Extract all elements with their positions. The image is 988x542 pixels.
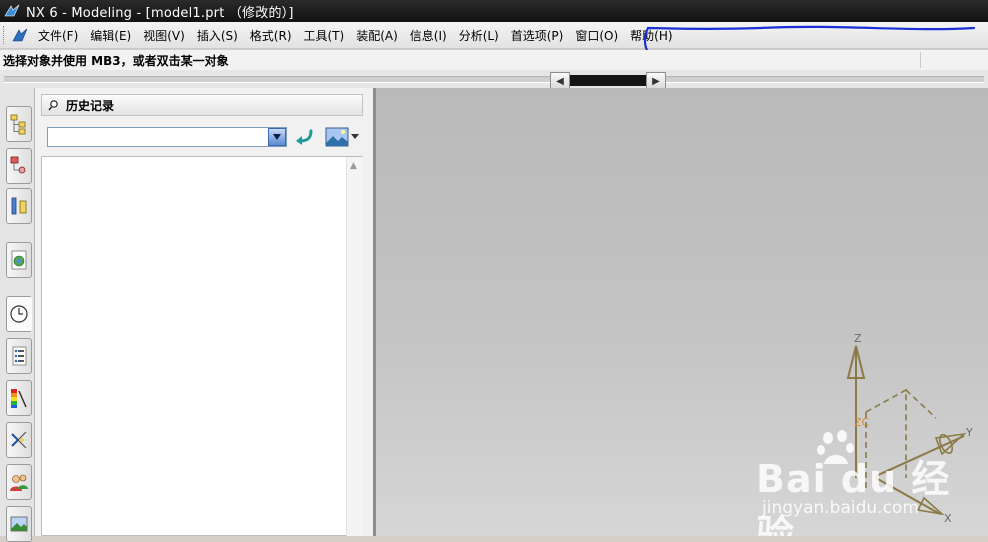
chevron-down-icon <box>273 134 281 140</box>
tab-system-materials[interactable] <box>6 338 32 374</box>
menu-window[interactable]: 窗口(O) <box>569 27 624 44</box>
collapse-thumb[interactable] <box>570 75 646 86</box>
roles-icon <box>10 474 28 491</box>
menu-bar: 文件(F) 编辑(E) 视图(V) 插入(S) 格式(R) 工具(T) 装配(A… <box>0 22 988 49</box>
history-filter-dropdown-button[interactable] <box>268 128 286 146</box>
resource-bar <box>0 88 35 542</box>
scroll-up-icon[interactable]: ▲ <box>350 161 357 171</box>
menu-format[interactable]: 格式(R) <box>244 27 298 44</box>
pin-icon[interactable] <box>48 99 60 111</box>
constraint-navigator-icon <box>11 197 27 215</box>
menu-tools[interactable]: 工具(T) <box>298 27 351 44</box>
toolbar-collapse-bar: ◀ ▶ <box>0 70 988 90</box>
z-axis-label: Z <box>854 332 862 345</box>
menu-analysis[interactable]: 分析(L) <box>453 27 505 44</box>
scenes-icon <box>10 516 28 532</box>
window-title: NX 6 - Modeling - [model1.prt （修改的）] <box>26 5 294 21</box>
tab-constraint-navigator[interactable] <box>6 188 32 224</box>
tab-part-navigator[interactable] <box>6 148 32 184</box>
materials-list-icon <box>12 346 27 366</box>
palette-image-button[interactable] <box>325 126 359 148</box>
chevron-right-icon: ▶ <box>652 75 660 87</box>
graphics-viewport[interactable]: Z ZC Y X Bai du 经验 jingyan.baidu.com <box>376 88 988 536</box>
history-list[interactable] <box>41 156 363 536</box>
tab-process-studio[interactable] <box>6 422 32 458</box>
prompt-text: 选择对象并使用 MB3，或者双击某一对象 <box>3 53 229 68</box>
history-list-scrollbar[interactable]: ▲ <box>346 157 363 536</box>
nx-menu-icon[interactable] <box>11 27 29 43</box>
image-palette-icon <box>325 127 349 147</box>
assembly-navigator-icon <box>10 114 26 135</box>
wcs-triad: Z ZC Y X <box>846 332 973 525</box>
status-separator <box>920 52 921 68</box>
tab-history[interactable] <box>6 296 32 332</box>
dropdown-arrow-icon <box>351 134 359 139</box>
nx-logo-icon <box>4 4 20 17</box>
menu-insert[interactable]: 插入(S) <box>191 27 244 44</box>
tab-roles[interactable] <box>6 464 32 500</box>
menu-file[interactable]: 文件(F) <box>32 27 84 44</box>
menu-assemblies[interactable]: 装配(A) <box>350 27 404 44</box>
clock-icon <box>10 305 28 323</box>
history-panel-title: 历史记录 <box>66 98 115 113</box>
web-browser-icon <box>11 250 27 270</box>
menu-information[interactable]: 信息(I) <box>404 27 453 44</box>
y-axis-label: Y <box>965 426 973 439</box>
history-filter-combo[interactable] <box>47 127 287 147</box>
menu-preferences[interactable]: 首选项(P) <box>505 27 570 44</box>
prompt-line: 选择对象并使用 MB3，或者双击某一对象 <box>0 50 988 70</box>
tab-web-browser[interactable] <box>6 242 32 278</box>
zc-label: ZC <box>854 416 870 429</box>
menu-edit[interactable]: 编辑(E) <box>84 27 137 44</box>
history-panel: 历史记录 ▲ <box>35 88 373 536</box>
process-studio-icon <box>11 431 27 449</box>
tab-color-palette[interactable] <box>6 380 32 416</box>
history-panel-header: 历史记录 <box>41 94 363 116</box>
menu-view[interactable]: 视图(V) <box>137 27 191 44</box>
return-arrow-icon[interactable] <box>293 128 315 146</box>
x-axis-label: X <box>944 512 952 525</box>
tab-system-scenes[interactable] <box>6 506 32 542</box>
title-bar: NX 6 - Modeling - [model1.prt （修改的）] <box>0 0 988 22</box>
tab-assembly-navigator[interactable] <box>6 106 32 142</box>
menu-help[interactable]: 帮助(H) <box>624 27 678 44</box>
color-palette-icon <box>11 389 27 408</box>
chevron-left-icon: ◀ <box>556 75 564 87</box>
toolbar-grip[interactable] <box>3 26 7 44</box>
part-navigator-icon <box>10 156 26 174</box>
collapse-rail <box>4 76 984 83</box>
